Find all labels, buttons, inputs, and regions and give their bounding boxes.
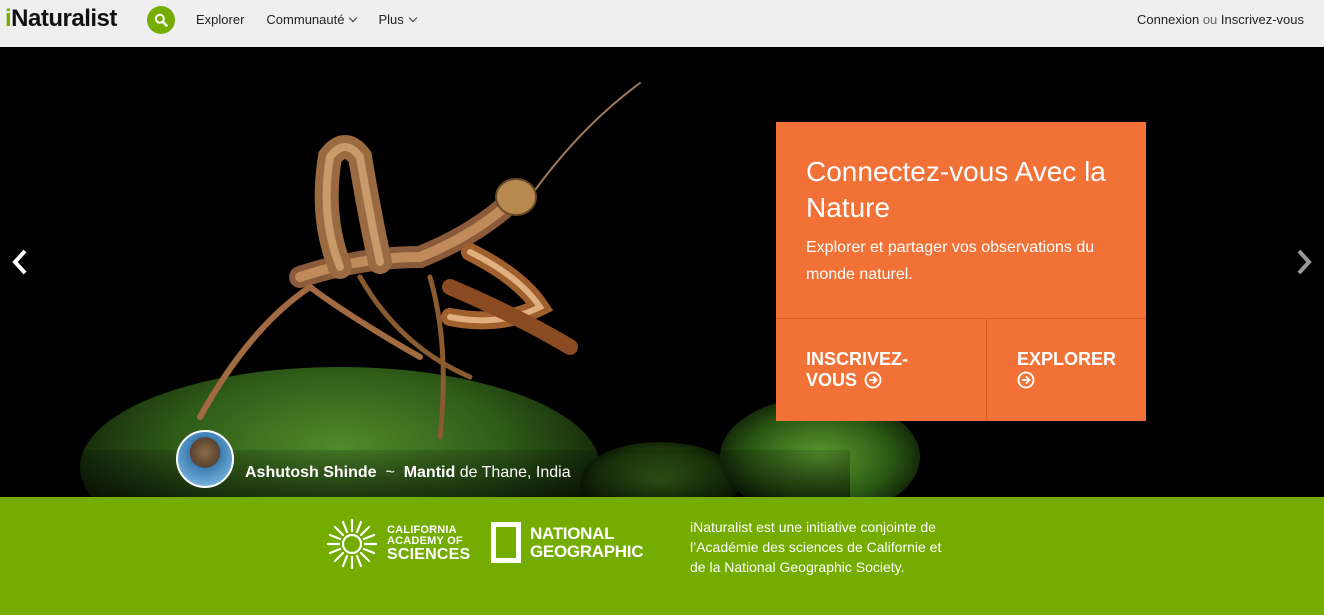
california-academy-logo[interactable]: CALIFORNIA ACADEMY OF SCIENCES	[325, 517, 470, 571]
credit-separator: ~	[385, 464, 395, 481]
card-actions: INSCRIVEZ- VOUS EXPLORER	[776, 318, 1146, 421]
arrow-circle-right-icon	[864, 371, 882, 389]
login-link[interactable]: Connexion	[1137, 12, 1199, 27]
natgeo-wordmark: NATIONAL GEOGRAPHIC	[530, 523, 644, 561]
photographer-avatar[interactable]	[176, 430, 234, 488]
auth-links: Connexion ou Inscrivez-vous	[1137, 12, 1304, 27]
partnership-description: iNaturalist est une initiative conjointe…	[690, 519, 942, 575]
photo-credit: Ashutosh Shinde ~ Mantid de Thane, India	[245, 464, 571, 482]
cas-wordmark: CALIFORNIA ACADEMY OF SCIENCES	[387, 525, 470, 563]
carousel-prev-button[interactable]	[8, 247, 32, 277]
signup-card: Connectez-vous Avec la Nature Explorer e…	[776, 122, 1146, 421]
natgeo-line2: GEOGRAPHIC	[530, 541, 644, 561]
signup-button-line1: INSCRIVEZ-	[806, 349, 909, 369]
signup-button-line2: VOUS	[806, 370, 858, 390]
nav-communaute-label: Communauté	[266, 12, 345, 27]
inaturalist-logo[interactable]: iNaturalist	[5, 5, 117, 33]
taxon-name[interactable]: Mantid	[404, 464, 456, 481]
card-title: Connectez-vous Avec la Nature	[806, 156, 1106, 223]
card-subtitle: Explorer et partager vos observations du…	[806, 239, 1095, 283]
chevron-down-icon	[408, 13, 418, 22]
chevron-right-icon	[1297, 249, 1312, 275]
main-nav: Explorer Communauté Plus	[196, 12, 438, 27]
signup-button[interactable]: INSCRIVEZ- VOUS	[776, 319, 987, 421]
natgeo-line1: NATIONAL	[530, 523, 615, 543]
nav-explorer-label: Explorer	[196, 12, 245, 27]
natgeo-border-icon	[491, 522, 521, 563]
chevron-left-icon	[12, 249, 27, 275]
search-button[interactable]	[147, 6, 175, 34]
cas-sun-icon	[326, 518, 378, 570]
cas-line3: SCIENCES	[387, 546, 471, 563]
chevron-down-icon	[349, 13, 358, 22]
hero-carousel: Connectez-vous Avec la Nature Explorer e…	[0, 47, 1324, 497]
search-icon	[154, 13, 168, 27]
explore-button[interactable]: EXPLORER	[987, 319, 1146, 421]
logo-text: Naturalist	[11, 5, 117, 32]
arrow-circle-right-icon	[1017, 371, 1035, 389]
carousel-next-button[interactable]	[1292, 247, 1316, 277]
observation-location: de Thane, India	[459, 464, 571, 481]
national-geographic-logo[interactable]: NATIONAL GEOGRAPHIC	[491, 522, 643, 563]
signup-link[interactable]: Inscrivez-vous	[1221, 12, 1304, 27]
nav-explorer[interactable]: Explorer	[196, 12, 244, 27]
photographer-name[interactable]: Ashutosh Shinde	[245, 464, 377, 481]
nav-plus-label: Plus	[378, 12, 404, 27]
nav-communaute[interactable]: Communauté	[266, 12, 358, 27]
top-navigation-bar: iNaturalist Explorer Communauté Plus Con…	[0, 0, 1324, 47]
nav-plus[interactable]: Plus	[378, 12, 418, 27]
partner-footer: CALIFORNIA ACADEMY OF SCIENCES NATIONAL …	[0, 497, 1324, 615]
auth-or-text: ou	[1202, 12, 1218, 27]
explore-button-label: EXPLORER	[1016, 349, 1116, 369]
